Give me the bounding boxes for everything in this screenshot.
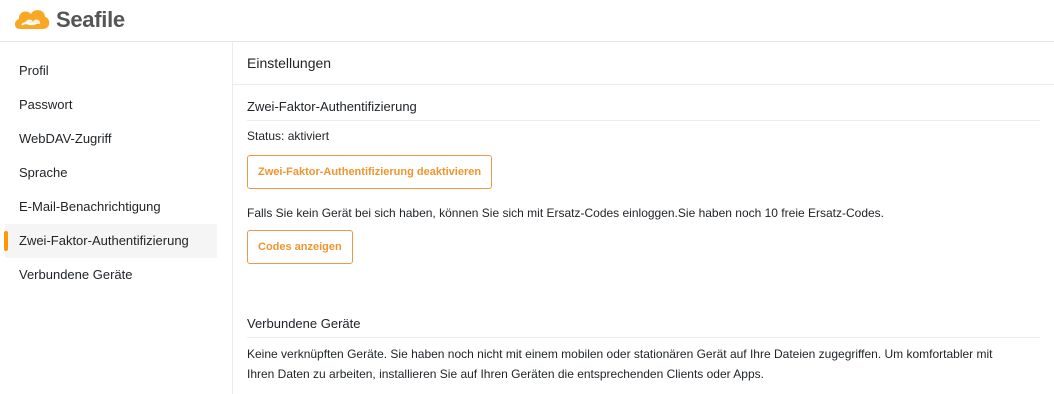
settings-sidebar: Profil Passwort WebDAV-Zugriff Sprache E… — [0, 42, 233, 394]
sidebar-item-sprache[interactable]: Sprache — [5, 156, 217, 190]
sidebar-item-passwort[interactable]: Passwort — [5, 88, 217, 122]
sidebar-item-linked-devices[interactable]: Verbundene Geräte — [5, 258, 217, 292]
linked-devices-text-line2: Ihren Daten zu arbeiten, installieren Si… — [247, 367, 764, 381]
disable-two-factor-button[interactable]: Zwei-Faktor-Authentifizierung deaktivier… — [247, 155, 493, 189]
backup-codes-text: Falls Sie kein Gerät bei sich haben, kön… — [247, 206, 885, 220]
main-content: Einstellungen Zwei-Faktor-Authentifizier… — [233, 42, 1054, 394]
cloud-logo-icon — [14, 10, 50, 29]
settings-nav: Profil Passwort WebDAV-Zugriff Sprache E… — [4, 54, 217, 292]
brand-name: Seafile — [56, 7, 125, 32]
two-factor-status: Status: aktiviert — [247, 129, 330, 143]
linked-devices-text-line1: Keine verknüpften Geräte. Sie haben noch… — [247, 347, 993, 361]
sidebar-item-email-notification[interactable]: E-Mail-Benachrichtigung — [5, 190, 217, 224]
sidebar-item-webdav[interactable]: WebDAV-Zugriff — [5, 122, 217, 156]
two-factor-heading: Zwei-Faktor-Authentifizierung — [247, 99, 1040, 121]
seafile-logo[interactable]: Seafile — [12, 4, 125, 36]
title-divider — [233, 84, 1054, 85]
sidebar-item-two-factor[interactable]: Zwei-Faktor-Authentifizierung — [4, 224, 217, 258]
top-header: Seafile — [0, 0, 1054, 42]
show-codes-button[interactable]: Codes anzeigen — [247, 230, 353, 264]
linked-devices-heading: Verbundene Geräte — [247, 316, 1040, 338]
page-title: Einstellungen — [247, 55, 332, 71]
sidebar-item-profil[interactable]: Profil — [5, 54, 217, 88]
